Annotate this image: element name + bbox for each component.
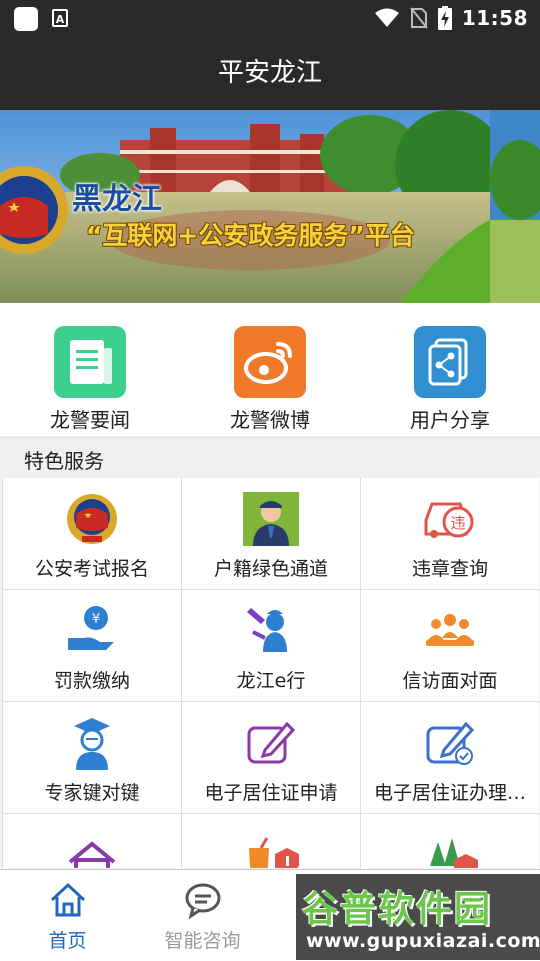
edit-form-icon xyxy=(247,721,296,764)
notification-a-icon: A xyxy=(52,9,68,27)
services-grid: 公安考试报名 户籍绿色通道 违 违章查询 ¥ 罚款缴纳 龙江e行 信访面对面 专… xyxy=(2,478,539,868)
service-expert-online[interactable]: 专家键对键 xyxy=(3,702,182,814)
quick-links-row: 龙警要闻 龙警微博 用户分享 xyxy=(0,303,540,436)
quick-link-weibo[interactable]: 龙警微博 xyxy=(180,303,360,436)
section-title: 特色服务 xyxy=(24,449,104,473)
section-header: 特色服务 xyxy=(0,437,540,478)
watermark-url: www.gupuxiazai.com xyxy=(306,930,540,952)
status-bar: A 11:58 xyxy=(0,0,540,36)
svg-text:违: 违 xyxy=(450,514,465,532)
app-notification-icon xyxy=(14,7,38,31)
service-label: 罚款缴纳 xyxy=(53,670,130,692)
quick-link-share[interactable]: 用户分享 xyxy=(360,303,540,436)
service-longjiang-etravel[interactable]: 龙江e行 xyxy=(182,590,361,702)
banner-title: 黑龙江 xyxy=(72,182,162,217)
quick-link-label: 龙警要闻 xyxy=(50,408,130,432)
share-icon xyxy=(414,326,486,398)
quick-link-news[interactable]: 龙警要闻 xyxy=(0,303,180,436)
battery-charging-icon xyxy=(437,6,452,30)
service-label: 电子居住证申请 xyxy=(204,782,338,804)
svg-text:¥: ¥ xyxy=(92,612,100,627)
service-label: 户籍绿色通道 xyxy=(213,558,328,580)
clock: 11:58 xyxy=(461,6,528,30)
app-bar: 平安龙江 xyxy=(0,36,540,110)
service-residence-permit-process[interactable]: 电子居住证办理… xyxy=(361,702,539,814)
wifi-icon xyxy=(374,8,399,27)
nav-home[interactable]: 首页 xyxy=(0,870,135,961)
service-residence-permit-apply[interactable]: 电子居住证申请 xyxy=(182,702,361,814)
forest-fire-icon xyxy=(430,838,478,868)
service-exam-registration[interactable]: 公安考试报名 xyxy=(3,478,182,590)
officer-avatar-icon xyxy=(243,492,299,546)
service-drink-safety[interactable] xyxy=(182,814,361,868)
service-forest-fire[interactable] xyxy=(361,814,539,868)
payment-hand-icon: ¥ xyxy=(68,606,114,650)
service-fine-payment[interactable]: ¥ 罚款缴纳 xyxy=(3,590,182,702)
meeting-people-icon xyxy=(426,614,474,646)
car-violation-icon: 违 xyxy=(424,502,474,538)
chat-bubble-icon xyxy=(185,883,221,920)
banner-carousel[interactable]: 黑龙江 “互联网+公安政务服务”平台 xyxy=(0,110,540,303)
service-label: 公安考试报名 xyxy=(34,558,149,580)
service-violation-query[interactable]: 违 违章查询 xyxy=(361,478,539,590)
nav-label: 首页 xyxy=(48,930,87,952)
service-label: 专家键对键 xyxy=(44,782,140,804)
news-document-icon xyxy=(54,326,126,398)
watermark-name: 谷普软件园 xyxy=(302,889,493,930)
house-icon xyxy=(68,841,116,868)
expert-graduate-icon xyxy=(74,718,110,770)
service-label: 电子居住证办理… xyxy=(373,782,526,804)
service-label: 龙江e行 xyxy=(236,670,306,692)
site-watermark: 谷普软件园 www.gupuxiazai.com xyxy=(296,874,540,960)
edit-check-icon xyxy=(426,721,475,765)
police-emblem-icon xyxy=(67,494,117,544)
quick-link-label: 龙警微博 xyxy=(230,408,310,432)
banner-subtitle: “互联网+公安政务服务”平台 xyxy=(86,221,415,250)
service-petition-face-to-face[interactable]: 信访面对面 xyxy=(361,590,539,702)
service-label: 违章查询 xyxy=(411,558,488,580)
drink-warning-icon xyxy=(249,837,299,868)
service-label: 信访面对面 xyxy=(402,670,498,692)
page-title: 平安龙江 xyxy=(217,58,322,88)
nav-smart-consult[interactable]: 智能咨询 xyxy=(135,870,270,961)
nav-label: 智能咨询 xyxy=(164,930,241,952)
traffic-police-icon xyxy=(247,608,287,652)
service-household-green-channel[interactable]: 户籍绿色通道 xyxy=(182,478,361,590)
service-housing[interactable] xyxy=(3,814,182,868)
home-icon xyxy=(50,882,86,917)
quick-link-label: 用户分享 xyxy=(410,408,490,432)
weibo-icon xyxy=(234,326,306,398)
no-sim-icon xyxy=(410,7,428,29)
